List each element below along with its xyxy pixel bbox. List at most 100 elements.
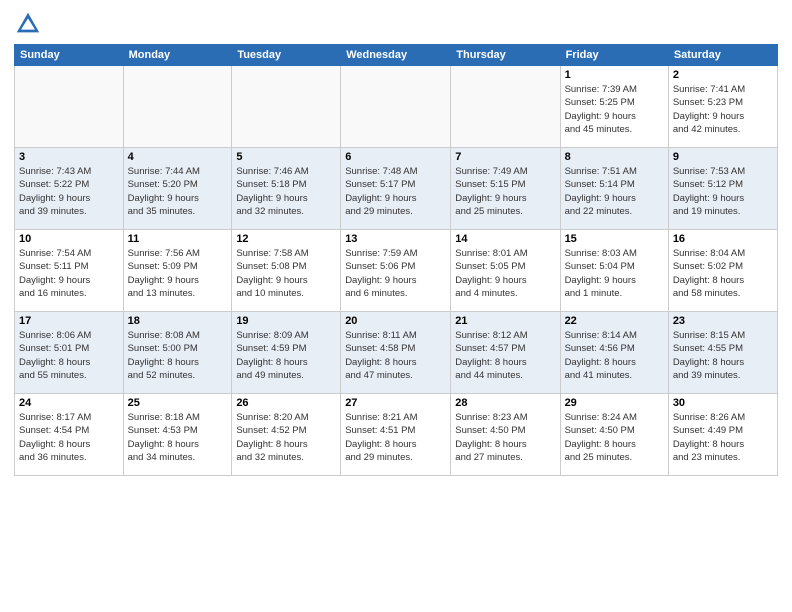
day-number: 4 bbox=[128, 151, 228, 163]
calendar-cell: 11 Sunrise: 7:56 AM Sunset: 5:09 PM Dayli… bbox=[123, 230, 232, 312]
day-info: Sunrise: 8:01 AM Sunset: 5:05 PM Dayligh… bbox=[455, 247, 555, 300]
day-number: 17 bbox=[19, 315, 119, 327]
calendar-cell: 15 Sunrise: 8:03 AM Sunset: 5:04 PM Dayli… bbox=[560, 230, 668, 312]
day-number: 20 bbox=[345, 315, 446, 327]
day-info: Sunrise: 7:59 AM Sunset: 5:06 PM Dayligh… bbox=[345, 247, 446, 300]
calendar-cell: 1Sunrise: 7:39 AM Sunset: 5:25 PM Daylig… bbox=[560, 66, 668, 148]
calendar-cell: 16Sunrise: 8:04 AM Sunset: 5:02 PM Dayli… bbox=[668, 230, 777, 312]
day-number: 23 bbox=[673, 315, 773, 327]
day-info: Sunrise: 7:44 AM Sunset: 5:20 PM Dayligh… bbox=[128, 165, 228, 218]
day-info: Sunrise: 8:03 AM Sunset: 5:04 PM Dayligh… bbox=[565, 247, 664, 300]
calendar-cell: 9 Sunrise: 7:53 AM Sunset: 5:12 PM Daylig… bbox=[668, 148, 777, 230]
calendar-cell: 3 Sunrise: 7:43 AM Sunset: 5:22 PM Daylig… bbox=[15, 148, 124, 230]
day-number: 6 bbox=[345, 151, 446, 163]
day-number: 29 bbox=[565, 397, 664, 409]
day-info: Sunrise: 7:46 AM Sunset: 5:18 PM Dayligh… bbox=[236, 165, 336, 218]
calendar-cell: 19 Sunrise: 8:09 AM Sunset: 4:59 PM Dayli… bbox=[232, 312, 341, 394]
calendar-table: SundayMondayTuesdayWednesdayThursdayFrid… bbox=[14, 44, 778, 476]
day-info: Sunrise: 7:58 AM Sunset: 5:08 PM Dayligh… bbox=[236, 247, 336, 300]
day-info: Sunrise: 8:06 AM Sunset: 5:01 PM Dayligh… bbox=[19, 329, 119, 382]
day-info: Sunrise: 7:53 AM Sunset: 5:12 PM Dayligh… bbox=[673, 165, 773, 218]
day-info: Sunrise: 8:26 AM Sunset: 4:49 PM Dayligh… bbox=[673, 411, 773, 464]
day-info: Sunrise: 8:24 AM Sunset: 4:50 PM Dayligh… bbox=[565, 411, 664, 464]
day-info: Sunrise: 8:15 AM Sunset: 4:55 PM Dayligh… bbox=[673, 329, 773, 382]
calendar-cell: 26 Sunrise: 8:20 AM Sunset: 4:52 PM Dayli… bbox=[232, 394, 341, 476]
calendar-cell: 25Sunrise: 8:18 AM Sunset: 4:53 PM Dayli… bbox=[123, 394, 232, 476]
calendar-cell: 10 Sunrise: 7:54 AM Sunset: 5:11 PM Dayli… bbox=[15, 230, 124, 312]
weekday-header-friday: Friday bbox=[560, 45, 668, 66]
calendar-cell: 6 Sunrise: 7:48 AM Sunset: 5:17 PM Daylig… bbox=[341, 148, 451, 230]
day-info: Sunrise: 7:54 AM Sunset: 5:11 PM Dayligh… bbox=[19, 247, 119, 300]
day-number: 5 bbox=[236, 151, 336, 163]
day-info: Sunrise: 7:51 AM Sunset: 5:14 PM Dayligh… bbox=[565, 165, 664, 218]
day-number: 19 bbox=[236, 315, 336, 327]
weekday-header-monday: Monday bbox=[123, 45, 232, 66]
day-number: 3 bbox=[19, 151, 119, 163]
day-number: 26 bbox=[236, 397, 336, 409]
logo-icon bbox=[14, 10, 42, 38]
day-number: 8 bbox=[565, 151, 664, 163]
day-info: Sunrise: 8:21 AM Sunset: 4:51 PM Dayligh… bbox=[345, 411, 446, 464]
calendar-cell: 27 Sunrise: 8:21 AM Sunset: 4:51 PM Dayli… bbox=[341, 394, 451, 476]
calendar-cell: 29 Sunrise: 8:24 AM Sunset: 4:50 PM Dayli… bbox=[560, 394, 668, 476]
calendar-cell: 8 Sunrise: 7:51 AM Sunset: 5:14 PM Daylig… bbox=[560, 148, 668, 230]
calendar-week-1: 1Sunrise: 7:39 AM Sunset: 5:25 PM Daylig… bbox=[15, 66, 778, 148]
calendar-cell bbox=[341, 66, 451, 148]
day-info: Sunrise: 8:12 AM Sunset: 4:57 PM Dayligh… bbox=[455, 329, 555, 382]
page-header bbox=[14, 10, 778, 38]
calendar-cell bbox=[15, 66, 124, 148]
weekday-header-wednesday: Wednesday bbox=[341, 45, 451, 66]
page-container: SundayMondayTuesdayWednesdayThursdayFrid… bbox=[0, 0, 792, 612]
day-number: 12 bbox=[236, 233, 336, 245]
day-number: 11 bbox=[128, 233, 228, 245]
day-number: 15 bbox=[565, 233, 664, 245]
day-number: 13 bbox=[345, 233, 446, 245]
weekday-header-saturday: Saturday bbox=[668, 45, 777, 66]
weekday-header-sunday: Sunday bbox=[15, 45, 124, 66]
day-info: Sunrise: 8:20 AM Sunset: 4:52 PM Dayligh… bbox=[236, 411, 336, 464]
day-number: 18 bbox=[128, 315, 228, 327]
calendar-header-row: SundayMondayTuesdayWednesdayThursdayFrid… bbox=[15, 45, 778, 66]
day-number: 9 bbox=[673, 151, 773, 163]
day-info: Sunrise: 7:48 AM Sunset: 5:17 PM Dayligh… bbox=[345, 165, 446, 218]
day-info: Sunrise: 7:49 AM Sunset: 5:15 PM Dayligh… bbox=[455, 165, 555, 218]
day-number: 14 bbox=[455, 233, 555, 245]
day-number: 2 bbox=[673, 69, 773, 81]
calendar-cell: 30 Sunrise: 8:26 AM Sunset: 4:49 PM Dayli… bbox=[668, 394, 777, 476]
day-number: 27 bbox=[345, 397, 446, 409]
day-info: Sunrise: 7:41 AM Sunset: 5:23 PM Dayligh… bbox=[673, 83, 773, 136]
calendar-cell: 13 Sunrise: 7:59 AM Sunset: 5:06 PM Dayli… bbox=[341, 230, 451, 312]
calendar-cell: 5 Sunrise: 7:46 AM Sunset: 5:18 PM Daylig… bbox=[232, 148, 341, 230]
day-info: Sunrise: 8:14 AM Sunset: 4:56 PM Dayligh… bbox=[565, 329, 664, 382]
day-number: 16 bbox=[673, 233, 773, 245]
calendar-cell: 21Sunrise: 8:12 AM Sunset: 4:57 PM Dayli… bbox=[451, 312, 560, 394]
calendar-cell bbox=[451, 66, 560, 148]
calendar-cell: 7Sunrise: 7:49 AM Sunset: 5:15 PM Daylig… bbox=[451, 148, 560, 230]
calendar-cell bbox=[232, 66, 341, 148]
day-number: 1 bbox=[565, 69, 664, 81]
day-number: 30 bbox=[673, 397, 773, 409]
calendar-cell: 2 Sunrise: 7:41 AM Sunset: 5:23 PM Daylig… bbox=[668, 66, 777, 148]
day-info: Sunrise: 8:11 AM Sunset: 4:58 PM Dayligh… bbox=[345, 329, 446, 382]
calendar-week-4: 17 Sunrise: 8:06 AM Sunset: 5:01 PM Dayli… bbox=[15, 312, 778, 394]
logo bbox=[14, 10, 46, 38]
calendar-cell: 24Sunrise: 8:17 AM Sunset: 4:54 PM Dayli… bbox=[15, 394, 124, 476]
day-info: Sunrise: 8:17 AM Sunset: 4:54 PM Dayligh… bbox=[19, 411, 119, 464]
day-number: 28 bbox=[455, 397, 555, 409]
calendar-cell: 4 Sunrise: 7:44 AM Sunset: 5:20 PM Daylig… bbox=[123, 148, 232, 230]
calendar-week-2: 3 Sunrise: 7:43 AM Sunset: 5:22 PM Daylig… bbox=[15, 148, 778, 230]
calendar-cell: 22Sunrise: 8:14 AM Sunset: 4:56 PM Dayli… bbox=[560, 312, 668, 394]
calendar-cell: 17 Sunrise: 8:06 AM Sunset: 5:01 PM Dayli… bbox=[15, 312, 124, 394]
day-info: Sunrise: 8:09 AM Sunset: 4:59 PM Dayligh… bbox=[236, 329, 336, 382]
calendar-cell: 28Sunrise: 8:23 AM Sunset: 4:50 PM Dayli… bbox=[451, 394, 560, 476]
day-info: Sunrise: 7:56 AM Sunset: 5:09 PM Dayligh… bbox=[128, 247, 228, 300]
calendar-cell: 20 Sunrise: 8:11 AM Sunset: 4:58 PM Dayli… bbox=[341, 312, 451, 394]
day-number: 10 bbox=[19, 233, 119, 245]
weekday-header-thursday: Thursday bbox=[451, 45, 560, 66]
day-info: Sunrise: 8:08 AM Sunset: 5:00 PM Dayligh… bbox=[128, 329, 228, 382]
calendar-cell: 14 Sunrise: 8:01 AM Sunset: 5:05 PM Dayli… bbox=[451, 230, 560, 312]
calendar-week-3: 10 Sunrise: 7:54 AM Sunset: 5:11 PM Dayli… bbox=[15, 230, 778, 312]
calendar-week-5: 24Sunrise: 8:17 AM Sunset: 4:54 PM Dayli… bbox=[15, 394, 778, 476]
day-info: Sunrise: 7:43 AM Sunset: 5:22 PM Dayligh… bbox=[19, 165, 119, 218]
calendar-cell bbox=[123, 66, 232, 148]
